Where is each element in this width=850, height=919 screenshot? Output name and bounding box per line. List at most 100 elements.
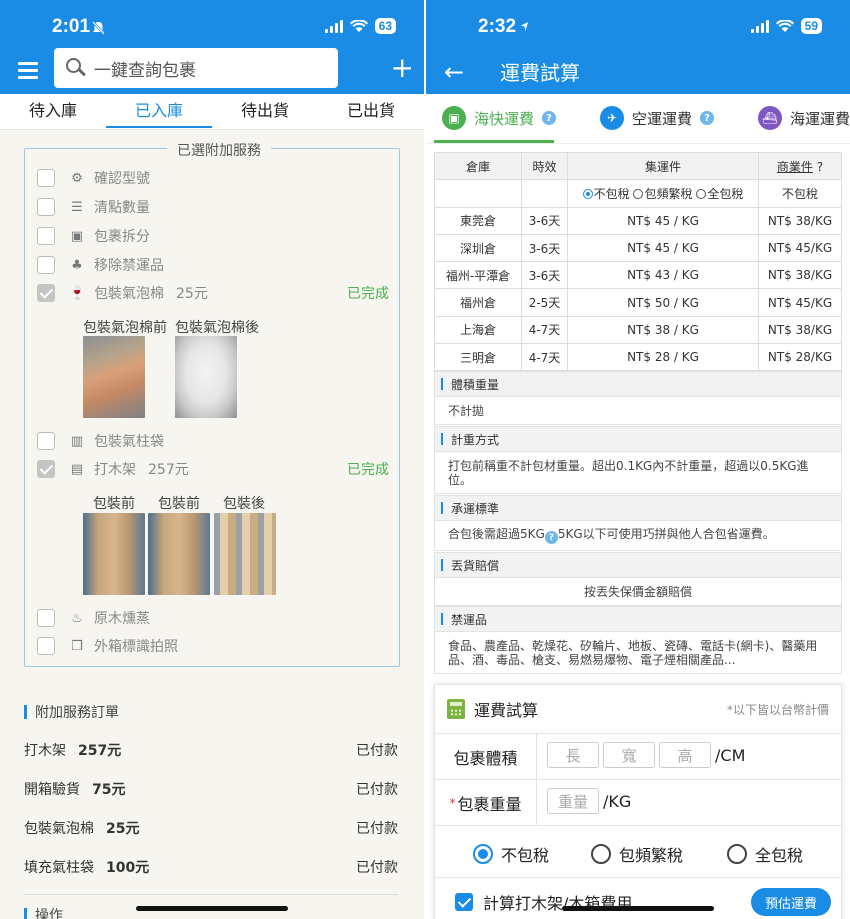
status-bar: 2:01 63 xyxy=(0,0,424,52)
crate-after-photo[interactable] xyxy=(214,513,276,595)
service-item[interactable]: ▣ 包裹拆分 xyxy=(37,225,150,247)
tax-radio[interactable]: 包頻繁稅 xyxy=(633,187,693,201)
order-section-title: 附加服務訂單 xyxy=(24,702,119,722)
service-label: 原木燻蒸 xyxy=(94,611,150,627)
app-bar: ← 運費試算 xyxy=(426,52,850,94)
service-checkbox[interactable] xyxy=(37,637,55,655)
table-row: 深圳倉 3-6天 NT$ 45 / KG NT$ 45/KG xyxy=(434,233,842,263)
crate-before-photo[interactable] xyxy=(83,513,145,595)
tab-sea[interactable]: ⛴ 海運運費 xyxy=(758,106,850,130)
status-bar: 2:32 59 xyxy=(426,0,850,52)
airplane-icon: ✈ xyxy=(600,106,624,130)
service-label: 移除禁運品 xyxy=(94,258,164,274)
page-title: 運費試算 xyxy=(500,61,580,85)
service-label: 外箱標識拍照 xyxy=(94,639,178,655)
active-tab-indicator xyxy=(434,140,554,143)
service-checkbox[interactable] xyxy=(37,609,55,627)
service-item[interactable]: ♣ 移除禁運品 xyxy=(37,254,164,276)
tab-pending-inbound[interactable]: 待入庫 xyxy=(0,94,106,129)
volume-row: 包裹體積 長 寬 高 /CM xyxy=(435,733,841,779)
signal-icon xyxy=(750,19,769,33)
tax-radio-none[interactable]: 不包稅 xyxy=(473,842,549,866)
tab-inbound[interactable]: 已入庫 xyxy=(106,94,212,129)
air-column-icon: ▥ xyxy=(70,433,84,449)
shipping-type-tabs: ▣ 海快運費 ? ✈ 空運運費 ? ⛴ 海運運費 xyxy=(426,94,850,144)
col-header-commercial[interactable]: 商業件 ? xyxy=(758,151,842,181)
glass-icon: 🍷 xyxy=(69,285,86,301)
photo-caption: 包裝氣泡棉後 xyxy=(175,320,259,336)
help-icon[interactable]: ? xyxy=(700,111,715,125)
search-input[interactable]: 一鍵查詢包裹 xyxy=(54,48,338,88)
tax-radio[interactable]: 全包稅 xyxy=(696,187,743,201)
tax-radio-frequent[interactable]: 包頻繁稅 xyxy=(591,842,683,866)
tax-row: 不包稅 包頻繁稅 全包稅 xyxy=(435,825,841,877)
crate-before-photo[interactable] xyxy=(148,513,210,595)
service-checkbox-checked[interactable] xyxy=(37,284,55,302)
service-label: 確認型號 xyxy=(94,171,150,187)
table-row: 福州-平潭倉 3-6天 NT$ 43 / KG NT$ 38/KG xyxy=(434,261,842,290)
height-input[interactable]: 高 xyxy=(659,742,711,768)
home-indicator[interactable] xyxy=(562,906,714,911)
crate-row: 計算打木架/木箱費用 預估運費 xyxy=(435,877,841,919)
tab-shipped[interactable]: 已出貨 xyxy=(318,94,424,129)
back-arrow-icon[interactable]: ← xyxy=(444,58,464,86)
home-indicator[interactable] xyxy=(136,906,288,911)
ship-icon: ⛴ xyxy=(758,106,782,130)
tab-pending-shipment[interactable]: 待出貨 xyxy=(212,94,318,129)
menu-icon[interactable] xyxy=(18,62,38,79)
order-row: 包裝氣泡棉 25元 已付款 xyxy=(24,821,398,837)
battery-icon: 59 xyxy=(800,18,822,34)
service-item[interactable]: ⚙ 確認型號 xyxy=(37,167,150,189)
right-screen: 2:32 59 ← 運費試算 ▣ 海快運費 ? ✈ 空運運費 ? ⛴ 海運運費 xyxy=(426,0,850,919)
info-heading: 體積重量 xyxy=(434,371,842,397)
tab-sea-express[interactable]: ▣ 海快運費 ? xyxy=(442,106,557,130)
service-item[interactable]: ❒ 外箱標識拍照 xyxy=(37,635,178,657)
service-item[interactable]: ▥ 包裝氣柱袋 xyxy=(37,430,164,452)
help-icon[interactable]: ? xyxy=(542,111,557,125)
width-input[interactable]: 寬 xyxy=(603,742,655,768)
service-checkbox[interactable] xyxy=(37,432,55,450)
status-time: 2:32 xyxy=(478,16,529,38)
photo-caption: 包裝前 xyxy=(93,496,135,512)
service-item[interactable]: ☰ 清點數量 xyxy=(37,196,150,218)
search-placeholder: 一鍵查詢包裹 xyxy=(94,60,196,81)
help-icon[interactable]: ? xyxy=(544,531,558,545)
label-photo-icon: ❒ xyxy=(71,638,83,654)
calc-note: *以下皆以台幣計價 xyxy=(726,703,829,717)
service-checkbox[interactable] xyxy=(37,198,55,216)
service-item[interactable]: 🍷 包裝氣泡棉 25元 xyxy=(37,282,208,304)
estimate-button[interactable]: 預估運費 xyxy=(751,888,831,916)
remove-icon: ♣ xyxy=(71,257,83,273)
tax-radio[interactable]: 不包稅 xyxy=(582,187,630,201)
list-icon: ☰ xyxy=(71,199,83,215)
info-body: 打包前稱重不計包材重量。超出0.1KG內不計重量，超過以0.5KG進位。 xyxy=(434,452,842,494)
service-checkbox[interactable] xyxy=(37,227,55,245)
length-input[interactable]: 長 xyxy=(547,742,599,768)
service-checkbox[interactable] xyxy=(37,256,55,274)
tax-radio-group: 不包稅 包頻繁稅 全包稅 xyxy=(567,179,759,208)
commercial-tax-note: 不包稅 xyxy=(758,179,842,208)
bubble-after-photo[interactable] xyxy=(175,336,237,418)
volume-label: 包裹體積 xyxy=(435,734,537,779)
model-icon: ⚙ xyxy=(71,170,83,186)
selected-services-box: 已選附加服務 ⚙ 確認型號 ☰ 清點數量 ▣ 包裹拆分 ♣ 移除禁運品 🍷 包裝… xyxy=(24,140,400,667)
bubble-before-photo[interactable] xyxy=(83,336,145,418)
col-header: 集運件 xyxy=(567,151,759,181)
table-row: 福州倉 2-5天 NT$ 50 / KG NT$ 45/KG xyxy=(434,288,842,317)
status-time: 2:01 xyxy=(52,16,91,37)
service-checkbox[interactable] xyxy=(37,169,55,187)
service-item[interactable]: ▤ 打木架 257元 xyxy=(37,458,189,480)
weight-input[interactable]: 重量 xyxy=(547,788,599,814)
service-label: 打木架 xyxy=(94,462,136,478)
tax-radio-all[interactable]: 全包稅 xyxy=(727,842,803,866)
col-header: 時效 xyxy=(521,151,568,181)
service-checkbox-checked[interactable] xyxy=(37,460,55,478)
service-item[interactable]: ♨ 原木燻蒸 xyxy=(37,607,150,629)
order-row: 開箱驗貨 75元 已付款 xyxy=(24,782,398,798)
weight-row: * 包裹重量 重量 /KG xyxy=(435,779,841,825)
tab-air[interactable]: ✈ 空運運費 ? xyxy=(600,106,715,130)
bell-muted-icon xyxy=(92,21,105,35)
add-icon[interactable]: + xyxy=(391,54,414,82)
rates-table: 倉庫 時效 集運件 商業件 ? 不包稅 包頻繁稅 全包稅 不包稅 東莞倉 3-6天… xyxy=(434,151,842,372)
info-heading: 禁運品 xyxy=(434,606,842,632)
